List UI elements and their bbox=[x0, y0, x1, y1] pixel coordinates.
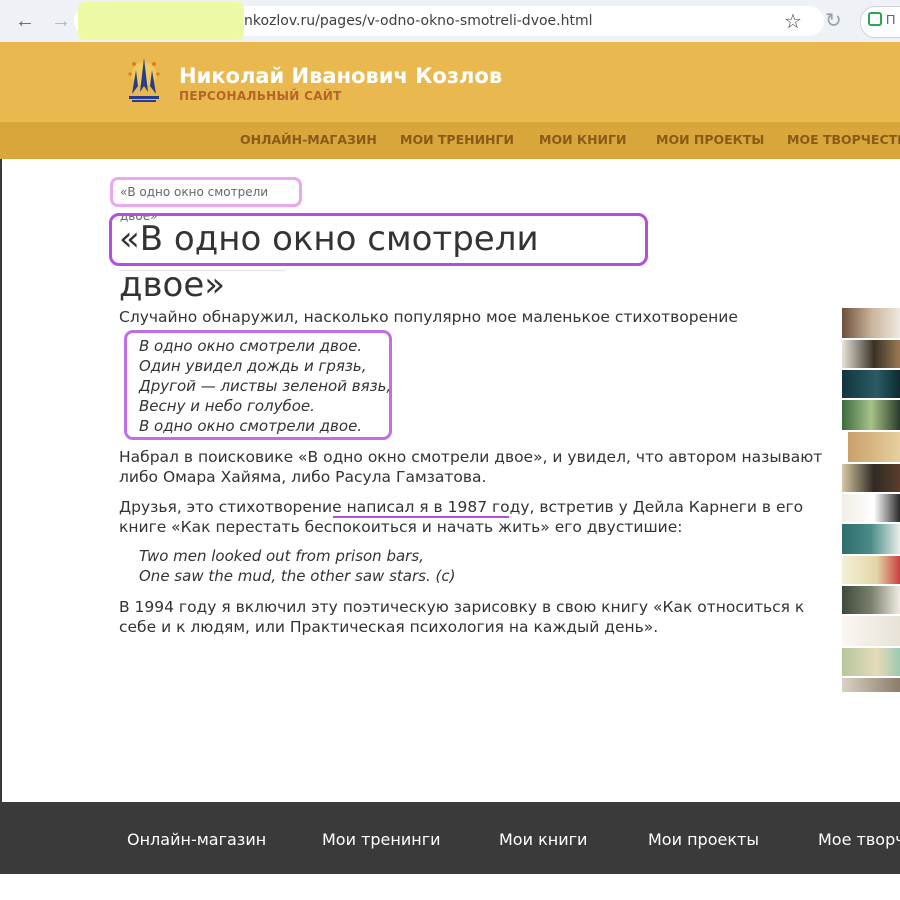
url-redaction bbox=[78, 2, 244, 40]
top-nav-books[interactable]: МОИ КНИГИ bbox=[539, 132, 626, 147]
top-nav-projects[interactable]: МОИ ПРОЕКТЫ bbox=[656, 132, 764, 147]
thumbnail-image[interactable] bbox=[842, 616, 900, 646]
thumbnail-image[interactable] bbox=[842, 586, 900, 614]
poem-line: В одно окно смотрели двое. bbox=[139, 417, 363, 435]
origin-highlight: написал я в 1987 году, bbox=[346, 498, 535, 516]
top-nav-shop[interactable]: ОНЛАЙН-МАГАЗИН bbox=[240, 132, 377, 147]
thumbnail-image[interactable] bbox=[842, 370, 900, 398]
footer-nav-books[interactable]: Мои книги bbox=[499, 830, 587, 849]
thumbnail-image[interactable] bbox=[842, 648, 900, 676]
footer-nav-projects[interactable]: Мои проекты bbox=[648, 830, 759, 849]
thumbnail-image[interactable] bbox=[842, 524, 900, 554]
thumbnail-image[interactable] bbox=[848, 432, 900, 462]
site-logo-icon[interactable] bbox=[126, 56, 162, 104]
thumbnail-image[interactable] bbox=[842, 678, 900, 692]
forward-arrow-icon[interactable]: → bbox=[48, 8, 74, 34]
site-title[interactable]: Николай Иванович Козлов bbox=[179, 64, 502, 88]
extension-search-label: П bbox=[886, 12, 896, 27]
origin-text-before: Друзья, это стихотворение bbox=[119, 498, 347, 516]
thumbnail-image[interactable] bbox=[842, 494, 900, 522]
url-text[interactable]: nkozlov.ru/pages/v-odno-okno-smotreli-dv… bbox=[244, 13, 593, 29]
article-intro: Случайно обнаружил, насколько популярно … bbox=[119, 308, 738, 326]
poem-line: Весну и небо голубое. bbox=[139, 397, 315, 415]
article-paragraph-book: В 1994 году я включил эту поэтическую за… bbox=[119, 598, 805, 636]
window-edge bbox=[0, 159, 2, 804]
top-nav-trainings[interactable]: МОИ ТРЕНИНГИ bbox=[400, 132, 514, 147]
highlight-underline bbox=[333, 516, 509, 518]
poem-line: Один увидел дождь и грязь, bbox=[139, 357, 367, 375]
poem-line: В одно окно смотрели двое. bbox=[139, 337, 363, 355]
thumbnail-image[interactable] bbox=[842, 400, 900, 430]
thumbnail-image[interactable] bbox=[842, 464, 900, 492]
breadcrumb[interactable]: «В одно окно смотрели двое» bbox=[110, 177, 302, 223]
bookmark-star-icon[interactable]: ☆ bbox=[784, 9, 802, 34]
title-divider bbox=[119, 270, 285, 271]
footer-nav-creativity[interactable]: Мое творч bbox=[818, 830, 900, 849]
footer-nav-trainings[interactable]: Мои тренинги bbox=[322, 830, 441, 849]
quote-line: One saw the mud, the other saw stars. (c… bbox=[139, 567, 456, 585]
top-nav-creativity[interactable]: МОЕ ТВОРЧЕСТВО bbox=[787, 132, 900, 147]
thumbnail-image[interactable] bbox=[842, 556, 900, 584]
footer-nav-shop[interactable]: Онлайн-магазин bbox=[127, 830, 266, 849]
back-arrow-icon[interactable]: ← bbox=[12, 8, 38, 34]
poem-line: Другой — листвы зеленой вязь, bbox=[139, 377, 392, 395]
extension-icon[interactable] bbox=[868, 12, 882, 26]
quote-line: Two men looked out from prison bars, bbox=[139, 547, 424, 565]
article-paragraph-search: Набрал в поисковике «В одно окно смотрел… bbox=[119, 448, 823, 486]
thumbnail-image[interactable] bbox=[842, 340, 900, 368]
reload-icon[interactable]: ↻ bbox=[825, 8, 842, 33]
thumbnail-image[interactable] bbox=[842, 308, 900, 338]
page-title: «В одно окно смотрели двое» bbox=[109, 213, 648, 305]
site-subtitle: ПЕРСОНАЛЬНЫЙ САЙТ bbox=[179, 89, 342, 103]
